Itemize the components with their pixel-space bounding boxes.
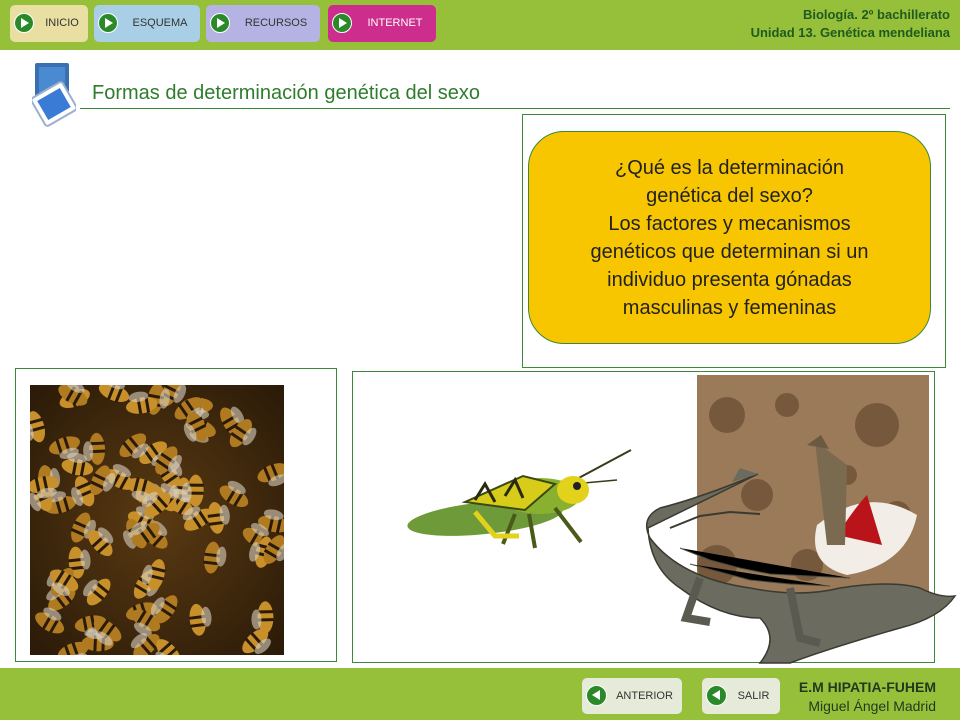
play-arrow-icon [98, 13, 118, 33]
salir-button[interactable]: SALIR [702, 678, 780, 714]
callout-line: individuo presenta gónadas [607, 269, 852, 291]
nav-esquema-button[interactable]: ESQUEMA [94, 5, 200, 42]
course-label: Biología. 2º bachillerato [802, 7, 950, 22]
footer-credits: E.M HIPATIA-FUHEM Miguel Ángel Madrid [799, 678, 936, 716]
author-name: Miguel Ángel Madrid [808, 698, 936, 714]
definition-callout: ¿Qué es la determinación genética del se… [528, 131, 931, 344]
nav-internet-button[interactable]: INTERNET [328, 5, 436, 42]
callout-line: Los factores y mecanismos [608, 213, 851, 235]
callout-line: genética del sexo? [646, 185, 813, 207]
bees-photo [22, 376, 290, 668]
anterior-button[interactable]: ANTERIOR [582, 678, 682, 714]
callout-line: ¿Qué es la determinación [614, 157, 844, 179]
nav-internet-label: INTERNET [367, 17, 423, 29]
nav-esquema-label: ESQUEMA [132, 17, 188, 29]
callout-line: genéticos que determinan si un [590, 241, 869, 263]
nav-recursos-label: RECURSOS [244, 17, 308, 29]
header-course-info: Biología. 2º bachillerato Unidad 13. Gen… [751, 6, 950, 42]
play-arrow-icon [14, 13, 34, 33]
anterior-label: ANTERIOR [616, 690, 673, 702]
nav-inicio-button[interactable]: INICIO [10, 5, 88, 42]
play-arrow-icon [332, 13, 352, 33]
page-title: Formas de determinación genética del sex… [92, 82, 480, 104]
play-arrow-icon [210, 13, 230, 33]
crocodile-adult-photo [640, 468, 958, 668]
callout-line: masculinas y femeninas [622, 297, 837, 319]
slides-icon [30, 61, 78, 128]
nav-inicio-label: INICIO [45, 17, 79, 29]
grasshopper-photo [405, 440, 640, 555]
back-arrow-icon [706, 685, 727, 706]
school-name: E.M HIPATIA-FUHEM [798, 679, 936, 695]
title-divider [80, 108, 950, 109]
back-arrow-icon [586, 685, 607, 706]
unit-label: Unidad 13. Genética mendeliana [750, 25, 950, 40]
salir-label: SALIR [737, 690, 770, 702]
nav-recursos-button[interactable]: RECURSOS [206, 5, 320, 42]
